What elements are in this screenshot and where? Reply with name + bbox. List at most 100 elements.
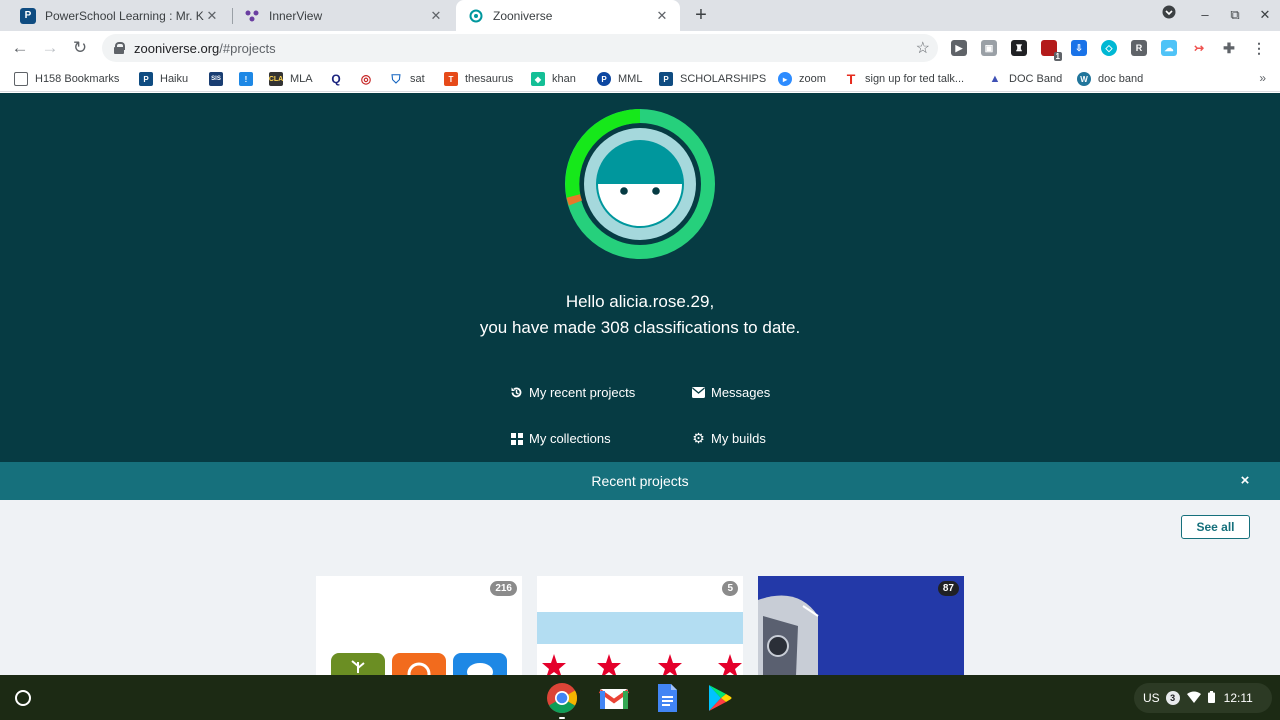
menu-kebab-icon[interactable]: ⋮: [1251, 40, 1267, 56]
folder-icon: [14, 72, 28, 86]
project-card[interactable]: 216: [316, 576, 522, 675]
bookmark-item[interactable]: P MML: [597, 70, 642, 88]
user-avatar[interactable]: [565, 109, 715, 259]
bookmark-item[interactable]: ⛉ sat: [389, 70, 425, 88]
bookmark-item[interactable]: ◎: [359, 70, 380, 88]
bookmark-folder[interactable]: H158 Bookmarks: [14, 70, 119, 88]
bookmark-item[interactable]: W doc band: [1077, 70, 1143, 88]
tab-powerschool[interactable]: P PowerSchool Learning : Mr. Kala ✕: [8, 0, 230, 31]
restore-icon[interactable]: ⧉: [1224, 4, 1246, 26]
see-all-button[interactable]: See all: [1181, 515, 1250, 539]
extension-icon[interactable]: ⇩: [1071, 40, 1087, 56]
running-indicator: [559, 717, 565, 719]
bookmark-label: MLA: [290, 73, 313, 85]
bookmark-item[interactable]: SIS: [209, 70, 230, 88]
bookmark-label: zoom: [799, 73, 826, 85]
play-store-icon[interactable]: [703, 682, 735, 714]
link-label: Messages: [711, 385, 771, 400]
forward-arrow-icon[interactable]: →: [38, 36, 62, 60]
quizlet-icon: Q: [329, 72, 343, 86]
more-bookmarks-icon[interactable]: »: [1259, 71, 1266, 85]
project-thumbnail: [758, 576, 964, 675]
link-label: My builds: [711, 431, 766, 446]
bookmark-item[interactable]: CLA MLA: [269, 70, 313, 88]
back-arrow-icon[interactable]: ←: [8, 36, 32, 60]
extension-icon[interactable]: ☁: [1161, 40, 1177, 56]
greeting-line: Hello alicia.rose.29,: [565, 292, 715, 311]
project-card[interactable]: 5: [537, 576, 743, 675]
classification-count-badge: 5: [722, 581, 738, 596]
extension-icon[interactable]: ◇: [1101, 40, 1117, 56]
chrome-icon[interactable]: [546, 682, 578, 719]
puzzle-icon[interactable]: ✚: [1221, 40, 1237, 56]
new-tab-button[interactable]: +: [690, 4, 712, 26]
bookmark-item[interactable]: ▲ DOC Band: [988, 70, 1062, 88]
extension-icon[interactable]: R: [1131, 40, 1147, 56]
extension-icon[interactable]: ♜: [1011, 40, 1027, 56]
minimize-icon[interactable]: –: [1194, 4, 1216, 26]
bookmark-item[interactable]: Q: [329, 70, 350, 88]
greeting-text: Hello alicia.rose.29, you have made 308 …: [0, 289, 1280, 341]
gmail-icon[interactable]: [598, 682, 630, 714]
thesaurus-icon: T: [444, 72, 458, 86]
project-card[interactable]: 87: [758, 576, 964, 675]
tab-search-icon[interactable]: [1158, 4, 1180, 26]
extension-icon[interactable]: ▣: [981, 40, 997, 56]
bookmark-item[interactable]: T thesaurus: [444, 70, 513, 88]
extension-icon[interactable]: ↣: [1191, 40, 1207, 56]
window-close-icon[interactable]: ✕: [1254, 4, 1276, 26]
shield-icon: ⛉: [389, 72, 403, 86]
avatar-progress-ring: [565, 109, 715, 259]
zoom-icon: ▸: [778, 72, 792, 86]
bookmark-item[interactable]: ▸ zoom: [778, 70, 826, 88]
google-docs-icon[interactable]: [651, 682, 683, 714]
my-builds-link[interactable]: ⚙ My builds: [692, 430, 766, 446]
sis-icon: SIS: [209, 72, 223, 86]
tab-innerview[interactable]: InnerView ✕: [232, 0, 454, 31]
address-bar[interactable]: zooniverse.org/#projects ☆: [102, 34, 938, 62]
link-label: My recent projects: [529, 385, 636, 400]
bookmark-item[interactable]: T sign up for ted talk...: [844, 70, 964, 88]
close-icon[interactable]: ✕: [204, 8, 220, 24]
history-icon: [510, 386, 523, 399]
close-icon[interactable]: ✕: [654, 8, 670, 24]
tab-zooniverse[interactable]: Zooniverse ✕: [456, 0, 680, 31]
system-tray[interactable]: US 3 12:11: [1134, 683, 1272, 713]
bookmark-star-icon[interactable]: ☆: [916, 38, 930, 58]
close-icon[interactable]: ✕: [428, 8, 444, 24]
cla-icon: CLA: [269, 72, 283, 86]
my-collections-link[interactable]: My collections: [510, 431, 611, 446]
mml-icon: P: [597, 72, 611, 86]
extension-icon[interactable]: 1: [1041, 40, 1062, 61]
notification-count: 3: [1165, 691, 1180, 705]
bookmark-item[interactable]: P SCHOLARSHIPS: [659, 70, 766, 88]
bookmark-item[interactable]: P Haiku: [139, 70, 188, 88]
classification-count-line: you have made 308 classifications to dat…: [479, 318, 801, 337]
bookmark-label: sign up for ted talk...: [865, 73, 965, 85]
close-icon[interactable]: ×: [1237, 470, 1253, 492]
app-icon: !: [239, 72, 253, 86]
recent-projects-title: Recent projects: [591, 473, 689, 489]
bookmarks-bar: H158 Bookmarks P Haiku SIS ! CLA MLA Q ◎…: [0, 65, 1280, 92]
bookmark-item[interactable]: !: [239, 70, 260, 88]
bookmark-label: MML: [618, 73, 643, 85]
bookmark-label: SCHOLARSHIPS: [680, 73, 767, 85]
envelope-icon: [692, 386, 705, 399]
recent-projects-bar: Recent projects ×: [0, 462, 1280, 500]
launcher-icon[interactable]: [8, 683, 38, 713]
lock-icon: [114, 42, 125, 54]
bookmark-label: sat: [410, 73, 425, 85]
messages-link[interactable]: Messages: [692, 385, 770, 400]
tab-strip: P PowerSchool Learning : Mr. Kala ✕ Inne…: [0, 0, 1280, 31]
browser-toolbar: ← → ↻ zooniverse.org/#projects ☆ ▶ ▣ ♜ 1…: [0, 31, 1280, 65]
bookmark-item[interactable]: ◆ khan: [531, 70, 576, 88]
recent-projects-content: See all 216 5 87: [0, 500, 1280, 675]
url-host: zooniverse.org: [134, 40, 220, 56]
grid-icon: [510, 432, 523, 445]
profile-hero: Hello alicia.rose.29, you have made 308 …: [0, 93, 1280, 462]
powerschool-icon: P: [659, 72, 673, 86]
bookmark-label: khan: [552, 73, 576, 85]
extension-icon[interactable]: ▶: [951, 40, 967, 56]
my-recent-projects-link[interactable]: My recent projects: [510, 385, 635, 400]
reload-icon[interactable]: ↻: [68, 36, 92, 60]
